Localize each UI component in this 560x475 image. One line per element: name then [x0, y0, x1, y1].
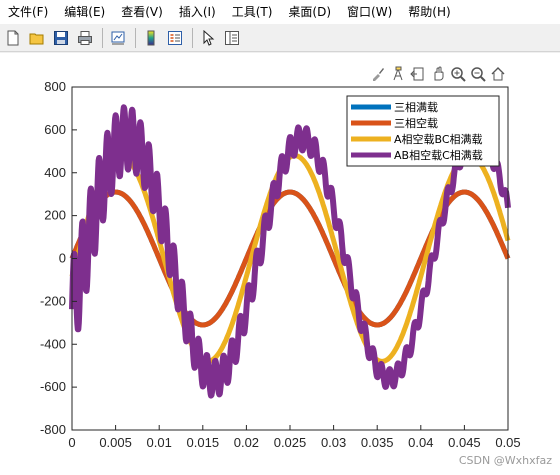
- toolbar-separator: [192, 27, 193, 48]
- colorbar-icon[interactable]: [140, 27, 162, 49]
- x-tick-label: 0.04: [408, 435, 433, 450]
- menu-bar: 文件(F) 编辑(E) 查看(V) 插入(I) 工具(T) 桌面(D) 窗口(W…: [0, 0, 560, 24]
- legend-label: A相空载BC相满载: [394, 132, 483, 146]
- x-tick-label: 0.015: [187, 435, 220, 450]
- edit-plot-arrow-icon[interactable]: [197, 27, 219, 49]
- menu-file[interactable]: 文件(F): [0, 0, 56, 24]
- y-tick-label: -200: [40, 293, 66, 308]
- print-icon[interactable]: [74, 27, 96, 49]
- x-tick-label: 0.01: [147, 435, 172, 450]
- y-tick-label: -600: [40, 379, 66, 394]
- zoom-in-icon[interactable]: [448, 64, 468, 84]
- menu-tools[interactable]: 工具(T): [224, 0, 281, 24]
- menu-desktop[interactable]: 桌面(D): [280, 0, 339, 24]
- open-folder-icon[interactable]: [26, 27, 48, 49]
- legend-icon[interactable]: [164, 27, 186, 49]
- new-file-icon[interactable]: [2, 27, 24, 49]
- legend-label: AB相空载C相满载: [394, 148, 483, 162]
- y-tick-label: 600: [44, 122, 66, 137]
- legend-label: 三相满载: [394, 101, 438, 114]
- toolbar-separator: [102, 27, 103, 48]
- axes-toolbar: [368, 64, 508, 84]
- figure-toolbar: [0, 24, 560, 52]
- watermark-text: CSDN @Wxhxfaz: [458, 454, 552, 467]
- pan-hand-icon[interactable]: [428, 64, 448, 84]
- x-tick-label: 0.025: [274, 435, 307, 450]
- home-icon[interactable]: [488, 64, 508, 84]
- data-tips-icon[interactable]: [388, 64, 408, 84]
- x-tick-label: 0.05: [495, 435, 520, 450]
- x-tick-label: 0.02: [234, 435, 259, 450]
- menu-help[interactable]: 帮助(H): [400, 0, 458, 24]
- x-tick-label: 0.045: [448, 435, 481, 450]
- menu-view[interactable]: 查看(V): [113, 0, 171, 24]
- link-plot-icon[interactable]: [107, 27, 129, 49]
- zoom-out-icon[interactable]: [468, 64, 488, 84]
- brush-icon[interactable]: [368, 64, 388, 84]
- menu-window[interactable]: 窗口(W): [339, 0, 400, 24]
- x-tick-label: 0.03: [321, 435, 346, 450]
- toolbar-separator: [135, 27, 136, 48]
- x-tick-label: 0.005: [99, 435, 132, 450]
- y-tick-label: -800: [40, 422, 66, 437]
- line-plot: 0 0.005 0.01 0.015 0.02 0.025 0.03 0.035 0.04 0.0…: [40, 79, 521, 450]
- y-tick-label: 800: [44, 79, 66, 94]
- series-line-3: [69, 153, 511, 364]
- y-tick-label: 0: [59, 251, 66, 266]
- legend-label: 三相空载: [394, 116, 438, 130]
- y-tick-label: 200: [44, 208, 66, 223]
- figure-canvas: 0 0.005 0.01 0.015 0.02 0.025 0.03 0.035 0.04 0.0…: [0, 53, 560, 475]
- property-editor-icon[interactable]: [221, 27, 243, 49]
- save-icon[interactable]: [50, 27, 72, 49]
- x-tick-label: 0: [68, 435, 75, 450]
- y-tick-label: 400: [44, 165, 66, 180]
- x-tick-label: 0.035: [361, 435, 394, 450]
- restore-view-icon[interactable]: [408, 64, 428, 84]
- menu-edit[interactable]: 编辑(E): [56, 0, 113, 24]
- y-tick-label: -400: [40, 336, 66, 351]
- menu-insert[interactable]: 插入(I): [171, 0, 224, 24]
